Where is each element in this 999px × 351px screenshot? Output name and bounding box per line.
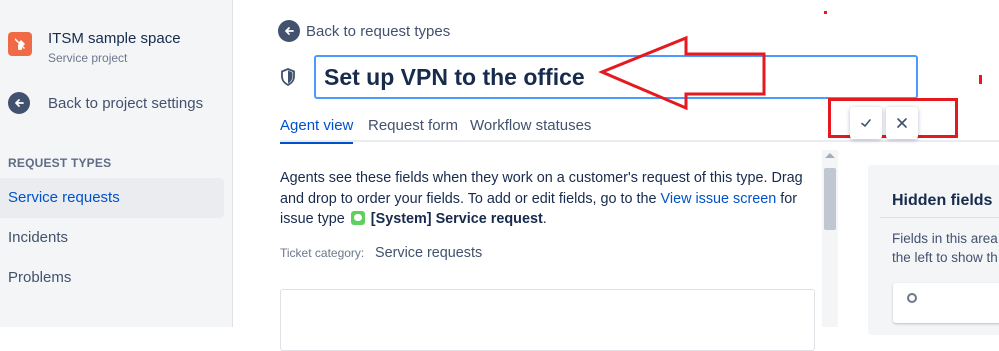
annotation-arrow bbox=[598, 34, 768, 119]
check-icon bbox=[861, 119, 871, 127]
back-to-project-settings-label: Back to project settings bbox=[48, 94, 204, 112]
sidebar-item-problems[interactable]: Problems bbox=[0, 258, 224, 298]
arrow-left-circle-icon bbox=[278, 20, 300, 42]
wrench-icon bbox=[8, 32, 32, 56]
view-issue-screen-link[interactable]: View issue screen bbox=[661, 191, 777, 207]
sidebar-item-incidents[interactable]: Incidents bbox=[0, 218, 224, 258]
back-to-request-types-link[interactable]: Back to request types bbox=[278, 20, 450, 42]
project-name: ITSM sample space bbox=[48, 30, 181, 47]
agent-view-description: Agents see these fields when they work o… bbox=[280, 168, 810, 230]
confirm-button[interactable] bbox=[850, 107, 882, 139]
divider bbox=[880, 217, 999, 218]
hidden-fields-desc-line: the left to show th bbox=[892, 250, 998, 265]
shield-icon bbox=[280, 68, 296, 91]
annotation-dot bbox=[824, 11, 827, 14]
request-types-heading: REQUEST TYPES bbox=[8, 156, 112, 170]
hidden-fields-desc-line: Fields in this area bbox=[892, 231, 998, 246]
service-request-icon bbox=[350, 211, 365, 225]
sidebar: ITSM sample space Service project Back t… bbox=[0, 0, 233, 327]
tab-request-form[interactable]: Request form bbox=[368, 117, 458, 142]
scrollbar-thumb[interactable] bbox=[824, 168, 836, 230]
sidebar-item-service-requests[interactable]: Service requests bbox=[0, 178, 224, 218]
ticket-category-value[interactable]: Service requests bbox=[375, 245, 482, 261]
description-text: . bbox=[542, 211, 547, 227]
field-card[interactable] bbox=[280, 289, 815, 351]
close-icon bbox=[897, 118, 907, 128]
issue-type-name: [System] Service request bbox=[370, 211, 543, 227]
project-header[interactable]: ITSM sample space Service project bbox=[8, 30, 181, 66]
field-type-icon bbox=[907, 293, 917, 303]
scroll-up-arrow-icon[interactable] bbox=[825, 153, 835, 158]
ticket-category-label: Ticket category: bbox=[280, 246, 365, 260]
tab-agent-view[interactable]: Agent view bbox=[280, 117, 354, 144]
tab-workflow-statuses[interactable]: Workflow statuses bbox=[470, 117, 591, 142]
annotation-mark bbox=[979, 75, 982, 84]
arrow-left-circle-icon bbox=[8, 92, 30, 114]
project-type: Service project bbox=[48, 51, 128, 65]
back-to-request-types-label: Back to request types bbox=[306, 22, 451, 40]
hidden-field-card[interactable] bbox=[893, 283, 999, 323]
hidden-fields-title: Hidden fields bbox=[892, 192, 993, 209]
back-to-project-settings-link[interactable]: Back to project settings bbox=[8, 92, 203, 114]
hidden-fields-description: Fields in this area the left to show th bbox=[892, 229, 999, 267]
cancel-button[interactable] bbox=[886, 107, 918, 139]
